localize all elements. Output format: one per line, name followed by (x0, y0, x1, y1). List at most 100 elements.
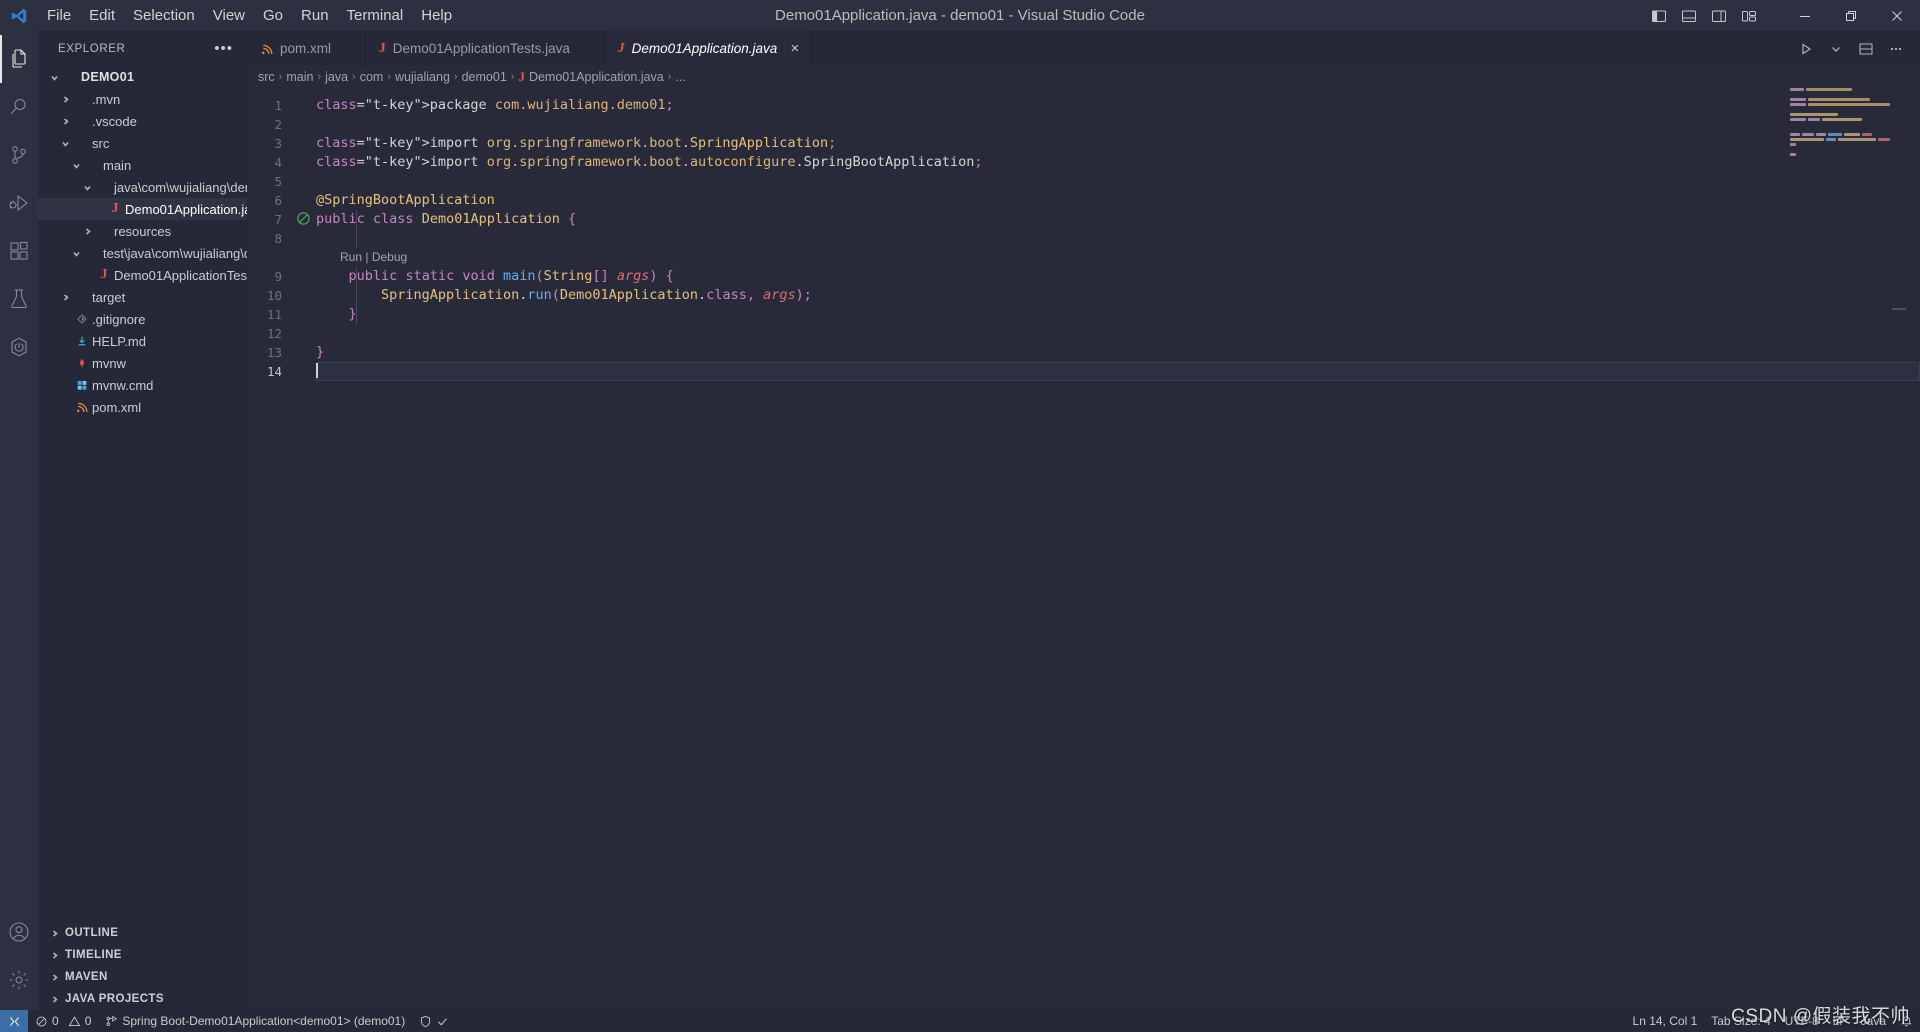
breadcrumb-item[interactable]: Demo01Application.java (529, 70, 664, 84)
breadcrumb-item[interactable]: ... (675, 70, 685, 84)
tab-close-icon[interactable]: × (790, 41, 799, 56)
tree-twisty[interactable] (79, 226, 95, 237)
run-options-button[interactable] (1822, 35, 1850, 63)
menu-edit[interactable]: Edit (80, 0, 124, 31)
sidebar-section-maven[interactable]: MAVEN (38, 966, 247, 988)
code-line[interactable]: @SpringBootApplication (316, 191, 1920, 210)
code-line[interactable] (316, 229, 1920, 248)
spring-bean-gutter-icon[interactable] (296, 211, 314, 230)
sidebar-section-outline[interactable]: OUTLINE (38, 922, 247, 944)
tree-twisty[interactable] (68, 248, 84, 259)
tree-item[interactable]: J Demo01Application.java (38, 198, 247, 220)
tree-item[interactable]: J Demo01ApplicationTests.java (38, 264, 248, 286)
code-line[interactable]: class="t-key">import org.springframework… (316, 153, 1920, 172)
status-encoding[interactable]: UTF-8 (1778, 1010, 1826, 1032)
breadcrumb-item[interactable]: wujialiang (395, 70, 450, 84)
more-editor-actions-button[interactable] (1882, 35, 1910, 63)
editor-tab[interactable]: JDemo01ApplicationTests.java× (365, 31, 605, 66)
tree-item[interactable]: resources (38, 220, 247, 242)
toggle-panel-button[interactable] (1674, 0, 1704, 31)
code-lens[interactable]: Run | Debug (316, 248, 1920, 267)
editor-tab[interactable]: pom.xml× (248, 31, 366, 66)
code-line[interactable]: class="t-key">import org.springframework… (316, 134, 1920, 153)
tree-twisty[interactable] (57, 94, 73, 105)
code-line[interactable] (316, 324, 1920, 343)
tree-twisty[interactable] (46, 72, 62, 83)
activity-item-explorer[interactable] (0, 35, 38, 83)
status-language-mode[interactable]: Java (1854, 1010, 1893, 1032)
code-line[interactable] (316, 172, 1920, 191)
tree-item[interactable]: src (38, 132, 247, 154)
breadcrumb-item[interactable]: demo01 (462, 70, 507, 84)
code-content[interactable]: class="t-key">package com.wujialiang.dem… (316, 88, 1920, 1010)
codelens-debug[interactable]: Debug (372, 250, 407, 264)
menu-terminal[interactable]: Terminal (338, 0, 413, 31)
tree-item[interactable]: test\java\com\wujialiang\demo01 (38, 242, 247, 264)
tree-item[interactable]: .vscode (38, 110, 247, 132)
tree-item[interactable]: main (38, 154, 247, 176)
tree-twisty[interactable] (68, 160, 84, 171)
activity-item-search[interactable] (0, 83, 38, 131)
tree-item[interactable]: mvnw.cmd (38, 374, 247, 396)
activity-item-accounts[interactable] (0, 908, 38, 956)
split-editor-button[interactable] (1852, 35, 1880, 63)
remote-window-button[interactable] (0, 1010, 28, 1032)
sidebar-section-timeline[interactable]: TIMELINE (38, 944, 247, 966)
activity-item-source-control[interactable] (0, 131, 38, 179)
menu-view[interactable]: View (204, 0, 254, 31)
activity-item-extensions[interactable] (0, 227, 38, 275)
code-line[interactable]: public class Demo01Application { (316, 210, 1920, 229)
toggle-primary-sidebar-button[interactable] (1644, 0, 1674, 31)
close-window-button[interactable] (1874, 0, 1920, 31)
activity-item-spring-boot-dashboard[interactable] (0, 323, 38, 371)
activity-item-testing[interactable] (0, 275, 38, 323)
code-line[interactable] (316, 362, 1920, 381)
activity-item-run-and-debug[interactable] (0, 179, 38, 227)
toggle-secondary-sidebar-button[interactable] (1704, 0, 1734, 31)
customize-layout-button[interactable] (1734, 0, 1764, 31)
minimap[interactable] (1786, 88, 1906, 1010)
menu-file[interactable]: File (38, 0, 80, 31)
menu-help[interactable]: Help (412, 0, 461, 31)
status-notifications[interactable] (1893, 1010, 1920, 1032)
breadcrumb-item[interactable]: main (286, 70, 313, 84)
tree-twisty[interactable] (57, 292, 73, 303)
tree-item[interactable]: java\com\wujialiang\demo01 (38, 176, 247, 198)
status-spring-boot-app[interactable]: Spring Boot-Demo01Application<demo01> (d… (98, 1010, 412, 1032)
tree-item[interactable]: HELP.md (38, 330, 247, 352)
minimize-window-button[interactable] (1782, 0, 1828, 31)
menu-selection[interactable]: Selection (124, 0, 204, 31)
status-tab-size[interactable]: Tab Size: 4 (1704, 1010, 1777, 1032)
status-cursor-position[interactable]: Ln 14, Col 1 (1626, 1010, 1705, 1032)
code-line[interactable]: class="t-key">package com.wujialiang.dem… (316, 96, 1920, 115)
code-line[interactable]: public static void main(String[] args) { (316, 267, 1920, 286)
tree-root-demo01[interactable]: DEMO01 (38, 66, 247, 88)
code-line[interactable]: } (316, 343, 1920, 362)
status-shield[interactable] (412, 1010, 456, 1032)
code-line[interactable] (316, 115, 1920, 134)
tree-item[interactable]: target (38, 286, 247, 308)
breadcrumb-item[interactable]: com (360, 70, 384, 84)
status-problems[interactable]: 0 0 (28, 1010, 98, 1032)
sidebar-section-java-projects[interactable]: JAVA PROJECTS (38, 988, 247, 1010)
tree-twisty[interactable] (57, 138, 73, 149)
editor-tab[interactable]: J Demo01Application.java × (604, 31, 813, 66)
breadcrumb-item[interactable]: java (325, 70, 348, 84)
menu-go[interactable]: Go (254, 0, 292, 31)
restore-window-button[interactable] (1828, 0, 1874, 31)
code-line[interactable]: } (316, 305, 1920, 324)
menu-run[interactable]: Run (292, 0, 338, 31)
tree-item[interactable]: pom.xml (38, 396, 247, 418)
tree-item[interactable]: mvnw (38, 352, 247, 374)
tree-item[interactable]: .gitignore (38, 308, 247, 330)
breadcrumb-item[interactable]: src (258, 70, 275, 84)
code-line[interactable]: SpringApplication.run(Demo01Application.… (316, 286, 1920, 305)
minimap-slider[interactable] (1892, 88, 1906, 1010)
tree-twisty[interactable] (79, 182, 95, 193)
status-eol[interactable]: LF (1826, 1010, 1854, 1032)
activity-item-manage-settings[interactable] (0, 956, 38, 1004)
code-editor[interactable]: 12345678 9 10 11 12 13 14 class="t-key">packa… (248, 88, 1920, 1010)
tree-item[interactable]: .mvn (38, 88, 247, 110)
explorer-more-actions[interactable]: ••• (208, 40, 239, 57)
run-java-button[interactable] (1792, 35, 1820, 63)
